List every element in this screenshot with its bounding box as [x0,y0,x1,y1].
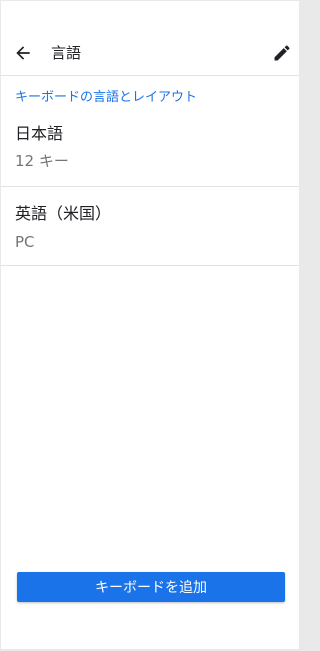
language-name: 日本語 [15,124,64,143]
language-name: 英語（米国） [15,204,112,223]
back-button[interactable] [7,37,39,69]
add-keyboard-button[interactable]: キーボードを追加 [17,572,285,602]
language-item-japanese[interactable]: 日本語 12 キー [1,111,299,187]
language-layout: PC [15,233,35,251]
language-settings-screen: 言語 キーボードの言語とレイアウト 日本語 12 キー 英語（米国） PC キー… [1,1,299,649]
language-item-english-us[interactable]: 英語（米国） PC [1,187,299,266]
app-bar: 言語 [1,1,299,76]
arrow-back-icon [16,46,30,60]
section-header: キーボードの言語とレイアウト [15,90,198,105]
edit-button[interactable] [266,37,298,69]
page-title: 言語 [51,44,82,62]
pencil-icon [274,45,290,61]
language-layout: 12 キー [15,152,69,170]
